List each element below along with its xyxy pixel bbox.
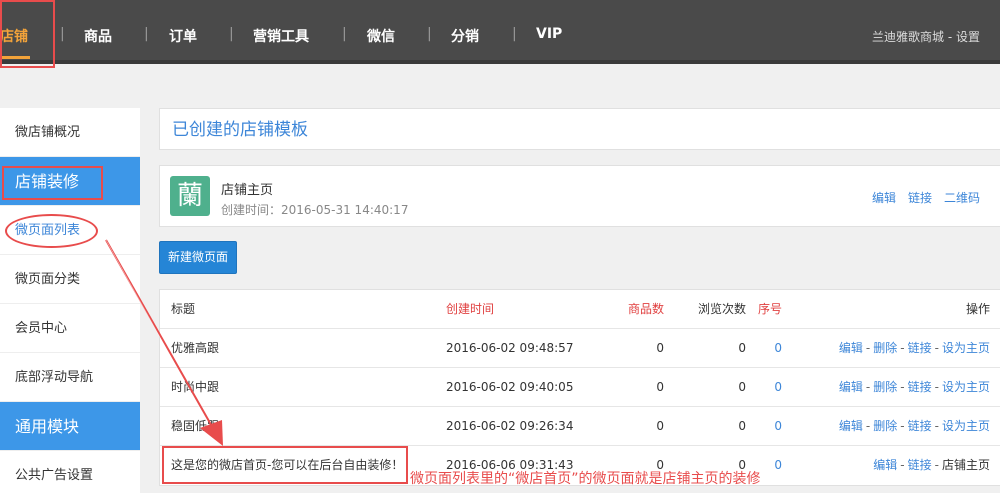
row-link-link[interactable]: 链接 bbox=[908, 419, 932, 433]
row-operations: 编辑 - 删除 - 链接 - 设为主页 bbox=[838, 419, 990, 433]
row-delete-link[interactable]: 删除 bbox=[873, 380, 897, 394]
row-set-home-link[interactable]: 设为主页 bbox=[942, 341, 990, 355]
template-card: 蘭 店铺主页 创建时间：2016-05-31 14:40:17 编辑 链接 二维… bbox=[159, 165, 1000, 227]
row-set-home-link[interactable]: 设为主页 bbox=[942, 380, 990, 394]
row-order[interactable]: 0 bbox=[758, 329, 782, 368]
row-operations: 编辑 - 删除 - 链接 - 设为主页 bbox=[838, 380, 990, 394]
highlight-box-decoration bbox=[2, 166, 103, 200]
nav-item-distribution[interactable]: 分销 bbox=[451, 26, 479, 46]
table-header-row: 标题 创建时间 商品数 浏览次数 序号 操作 bbox=[160, 290, 1000, 329]
row-goods-count: 0 bbox=[656, 419, 664, 433]
header-goods-count[interactable]: 商品数 bbox=[600, 290, 664, 329]
table-row: 时尚中跟 2016-06-02 09:40:05 0 0 0 编辑 - 删除 - 链接 -… bbox=[160, 368, 1000, 407]
nav-separator: | bbox=[144, 26, 149, 42]
sidebar-item-ad-settings[interactable]: 公共广告设置 bbox=[0, 451, 140, 493]
header-order[interactable]: 序号 bbox=[758, 290, 782, 329]
new-page-button[interactable]: 新建微页面 bbox=[159, 241, 237, 274]
nav-separator: | bbox=[229, 26, 234, 42]
template-actions: 编辑 链接 二维码 bbox=[872, 189, 980, 206]
nav-separator: | bbox=[512, 26, 517, 42]
row-title: 优雅高跟 bbox=[171, 341, 220, 355]
row-order[interactable]: 0 bbox=[758, 446, 782, 485]
nav-item-orders[interactable]: 订单 bbox=[169, 26, 197, 46]
shop-settings-link[interactable]: 兰迪雅歌商城 - 设置 bbox=[872, 28, 980, 45]
nav-item-wechat[interactable]: 微信 bbox=[367, 26, 395, 46]
highlight-box-home-page-row bbox=[162, 446, 408, 484]
row-edit-link[interactable]: 编辑 bbox=[873, 458, 897, 472]
nav-separator: | bbox=[342, 26, 347, 42]
row-home-status: 店铺主页 bbox=[941, 458, 990, 472]
top-navbar: 店铺 | 商品 | 订单 | 营销工具 | 微信 | 分销 | VIP 兰迪雅歌… bbox=[0, 0, 1000, 64]
table-row: 稳固低跟 2016-06-02 09:26:34 0 0 0 编辑 - 删除 - 链接 -… bbox=[160, 407, 1000, 446]
row-title: 稳固低跟 bbox=[171, 419, 220, 433]
row-edit-link[interactable]: 编辑 bbox=[839, 341, 863, 355]
template-created-time: 创建时间：2016-05-31 14:40:17 bbox=[221, 203, 409, 217]
header-title: 标题 bbox=[171, 302, 196, 316]
row-set-home-link[interactable]: 设为主页 bbox=[942, 419, 990, 433]
row-view-count: 0 bbox=[738, 341, 746, 355]
row-operations: 编辑 - 删除 - 链接 - 设为主页 bbox=[838, 341, 990, 355]
sidebar-section-common-modules[interactable]: 通用模块 bbox=[0, 402, 140, 451]
sidebar-item-page-category[interactable]: 微页面分类 bbox=[0, 255, 140, 304]
nav-separator: | bbox=[427, 26, 432, 42]
highlight-box-shop-nav bbox=[0, 0, 55, 68]
row-goods-count: 0 bbox=[656, 341, 664, 355]
row-order[interactable]: 0 bbox=[758, 407, 782, 446]
row-edit-link[interactable]: 编辑 bbox=[839, 419, 863, 433]
row-link-link[interactable]: 链接 bbox=[908, 458, 932, 472]
row-view-count: 0 bbox=[738, 419, 746, 433]
row-edit-link[interactable]: 编辑 bbox=[839, 380, 863, 394]
row-delete-link[interactable]: 删除 bbox=[873, 341, 897, 355]
nav-item-goods[interactable]: 商品 bbox=[84, 26, 112, 46]
sidebar-item-member-center[interactable]: 会员中心 bbox=[0, 304, 140, 353]
sidebar-item-bottom-nav[interactable]: 底部浮动导航 bbox=[0, 353, 140, 402]
template-edit-link[interactable]: 编辑 bbox=[872, 189, 896, 206]
page-title: 已创建的店铺模板 bbox=[159, 108, 1000, 150]
annotation-text: 微页面列表里的“微店首页”的微页面就是店铺主页的装修 bbox=[410, 471, 761, 487]
sidebar-item-overview[interactable]: 微店铺概况 bbox=[0, 108, 140, 157]
template-link-link[interactable]: 链接 bbox=[908, 189, 932, 206]
nav-separator: | bbox=[60, 26, 65, 42]
nav-item-vip[interactable]: VIP bbox=[536, 26, 562, 42]
row-link-link[interactable]: 链接 bbox=[908, 380, 932, 394]
row-operations: 编辑 - 链接 - 店铺主页 bbox=[873, 458, 990, 472]
row-created-time: 2016-06-02 09:48:57 bbox=[446, 341, 574, 355]
table-row: 优雅高跟 2016-06-02 09:48:57 0 0 0 编辑 - 删除 - 链接 -… bbox=[160, 329, 1000, 368]
header-created-time[interactable]: 创建时间 bbox=[446, 290, 494, 329]
header-view-count: 浏览次数 bbox=[697, 302, 746, 316]
row-created-time: 2016-06-02 09:40:05 bbox=[446, 380, 574, 394]
row-link-link[interactable]: 链接 bbox=[908, 341, 932, 355]
row-title: 时尚中跟 bbox=[171, 380, 220, 394]
template-name: 店铺主页 bbox=[221, 183, 274, 198]
shop-logo: 蘭 bbox=[170, 176, 210, 216]
row-order[interactable]: 0 bbox=[758, 368, 782, 407]
row-created-time: 2016-06-02 09:26:34 bbox=[446, 419, 574, 433]
row-delete-link[interactable]: 删除 bbox=[873, 419, 897, 433]
highlight-ellipse-page-list bbox=[5, 214, 98, 248]
template-qrcode-link[interactable]: 二维码 bbox=[944, 189, 980, 206]
header-operations: 操作 bbox=[965, 302, 990, 316]
row-view-count: 0 bbox=[738, 380, 746, 394]
row-goods-count: 0 bbox=[656, 380, 664, 394]
nav-item-marketing[interactable]: 营销工具 bbox=[253, 26, 309, 46]
